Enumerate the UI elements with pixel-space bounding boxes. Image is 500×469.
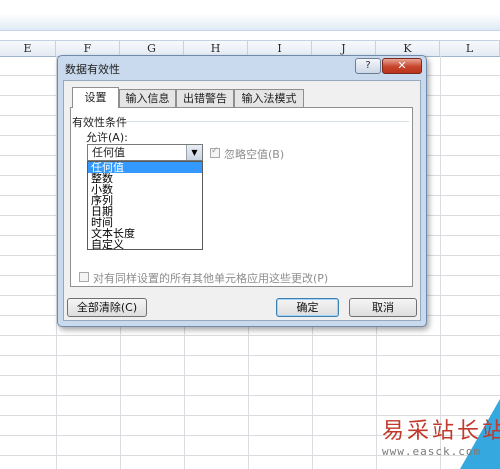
clear-all-button[interactable]: 全部清除(C) — [67, 298, 147, 317]
dialog-title-bar[interactable]: 数据有效性 ? ✕ — [58, 56, 426, 80]
dropdown-option[interactable]: 任何值 — [88, 162, 202, 173]
tab-input-message[interactable]: 输入信息 — [119, 89, 176, 107]
allow-select-value: 任何值 — [92, 146, 125, 159]
tab-settings[interactable]: 设置 — [72, 87, 119, 108]
column-header-l[interactable]: L — [440, 41, 500, 56]
dropdown-option[interactable]: 序列 — [88, 195, 202, 206]
section-divider — [124, 121, 409, 122]
dropdown-option[interactable]: 整数 — [88, 173, 202, 184]
allow-select[interactable]: 任何值 ▼ — [87, 144, 203, 161]
ok-button[interactable]: 确定 — [276, 298, 339, 317]
ribbon-strip — [0, 0, 500, 31]
column-header-j[interactable]: J — [312, 41, 376, 56]
dropdown-option[interactable]: 自定义 — [88, 239, 202, 250]
apply-all-label: 对有同样设置的所有其他单元格应用这些更改(P) — [93, 272, 329, 285]
cancel-button[interactable]: 取消 — [349, 298, 417, 317]
tab-ime-mode[interactable]: 输入法模式 — [234, 89, 304, 107]
column-header-e[interactable]: E — [0, 41, 56, 56]
dropdown-option[interactable]: 文本长度 — [88, 228, 202, 239]
watermark-url: www.easck.com — [382, 445, 482, 458]
help-button[interactable]: ? — [355, 58, 381, 74]
column-header-h[interactable]: H — [184, 41, 248, 56]
apply-all-checkbox[interactable] — [79, 272, 89, 282]
watermark-brand: 易采站长站 — [382, 419, 500, 444]
close-button[interactable]: ✕ — [382, 58, 422, 74]
tab-error-alert[interactable]: 出错警告 — [176, 89, 234, 107]
dialog-title: 数据有效性 — [65, 63, 120, 76]
dropdown-option[interactable]: 日期 — [88, 206, 202, 217]
data-validation-dialog: 数据有效性 ? ✕ 设置 输入信息 出错警告 输入法模式 有效性条件 允许(A)… — [57, 55, 427, 327]
allow-dropdown-list: 任何值 整数 小数 序列 日期 时间 文本长度 自定义 — [87, 161, 203, 250]
dropdown-option[interactable]: 时间 — [88, 217, 202, 228]
column-header-i[interactable]: I — [248, 41, 312, 56]
allow-label: 允许(A): — [86, 131, 128, 144]
column-header-g[interactable]: G — [120, 41, 184, 56]
grid-line — [440, 56, 441, 469]
column-header-k[interactable]: K — [376, 41, 440, 56]
dialog-body: 设置 输入信息 出错警告 输入法模式 有效性条件 允许(A): 任何值 ▼ 忽略… — [63, 80, 421, 321]
dropdown-option[interactable]: 小数 — [88, 184, 202, 195]
validation-criteria-title: 有效性条件 — [72, 116, 127, 129]
ignore-blank-checkbox[interactable] — [210, 146, 220, 158]
ignore-blank-label: 忽略空值(B) — [224, 148, 285, 161]
chevron-down-icon[interactable]: ▼ — [186, 145, 202, 160]
column-header-f[interactable]: F — [56, 41, 120, 56]
